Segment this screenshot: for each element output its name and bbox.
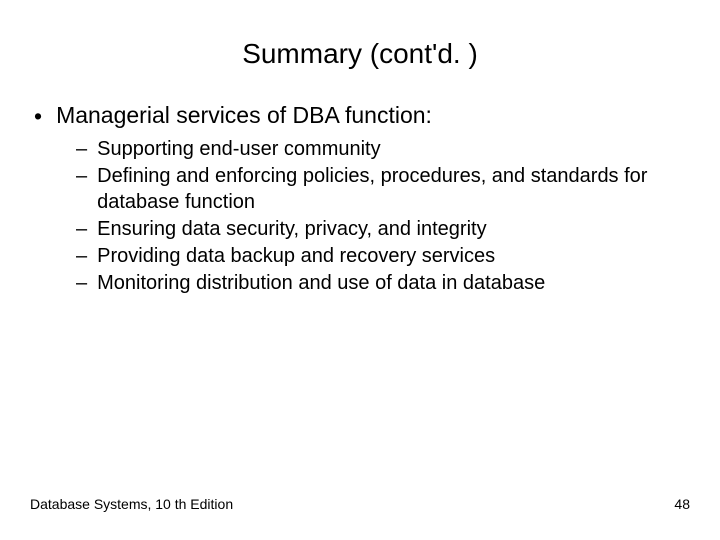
slide-content: • Managerial services of DBA function: –… [30, 102, 690, 296]
bullet-l2-text: Ensuring data security, privacy, and int… [97, 216, 657, 242]
bullet-l2-text: Defining and enforcing policies, procedu… [97, 163, 657, 215]
bullet-dash: – [76, 243, 87, 269]
bullet-dash: – [76, 216, 87, 242]
bullet-l2-text: Providing data backup and recovery servi… [97, 243, 657, 269]
bullet-l2-text: Monitoring distribution and use of data … [97, 270, 657, 296]
slide-container: Summary (cont'd. ) • Managerial services… [0, 0, 720, 540]
footer-source: Database Systems, 10 th Edition [30, 496, 233, 512]
bullet-level-2: – Ensuring data security, privacy, and i… [30, 216, 690, 242]
bullet-dash: – [76, 270, 87, 296]
bullet-level-1: • Managerial services of DBA function: [30, 102, 690, 132]
bullet-dot: • [34, 102, 42, 132]
bullet-l2-text: Supporting end-user community [97, 136, 657, 162]
bullet-level-2: – Defining and enforcing policies, proce… [30, 163, 690, 215]
bullet-l1-text: Managerial services of DBA function: [56, 102, 432, 129]
slide-title: Summary (cont'd. ) [30, 38, 690, 70]
slide-footer: Database Systems, 10 th Edition 48 [30, 496, 690, 512]
bullet-dash: – [76, 136, 87, 162]
bullet-level-2: – Providing data backup and recovery ser… [30, 243, 690, 269]
bullet-level-2: – Supporting end-user community [30, 136, 690, 162]
bullet-dash: – [76, 163, 87, 189]
bullet-level-2: – Monitoring distribution and use of dat… [30, 270, 690, 296]
page-number: 48 [674, 496, 690, 512]
